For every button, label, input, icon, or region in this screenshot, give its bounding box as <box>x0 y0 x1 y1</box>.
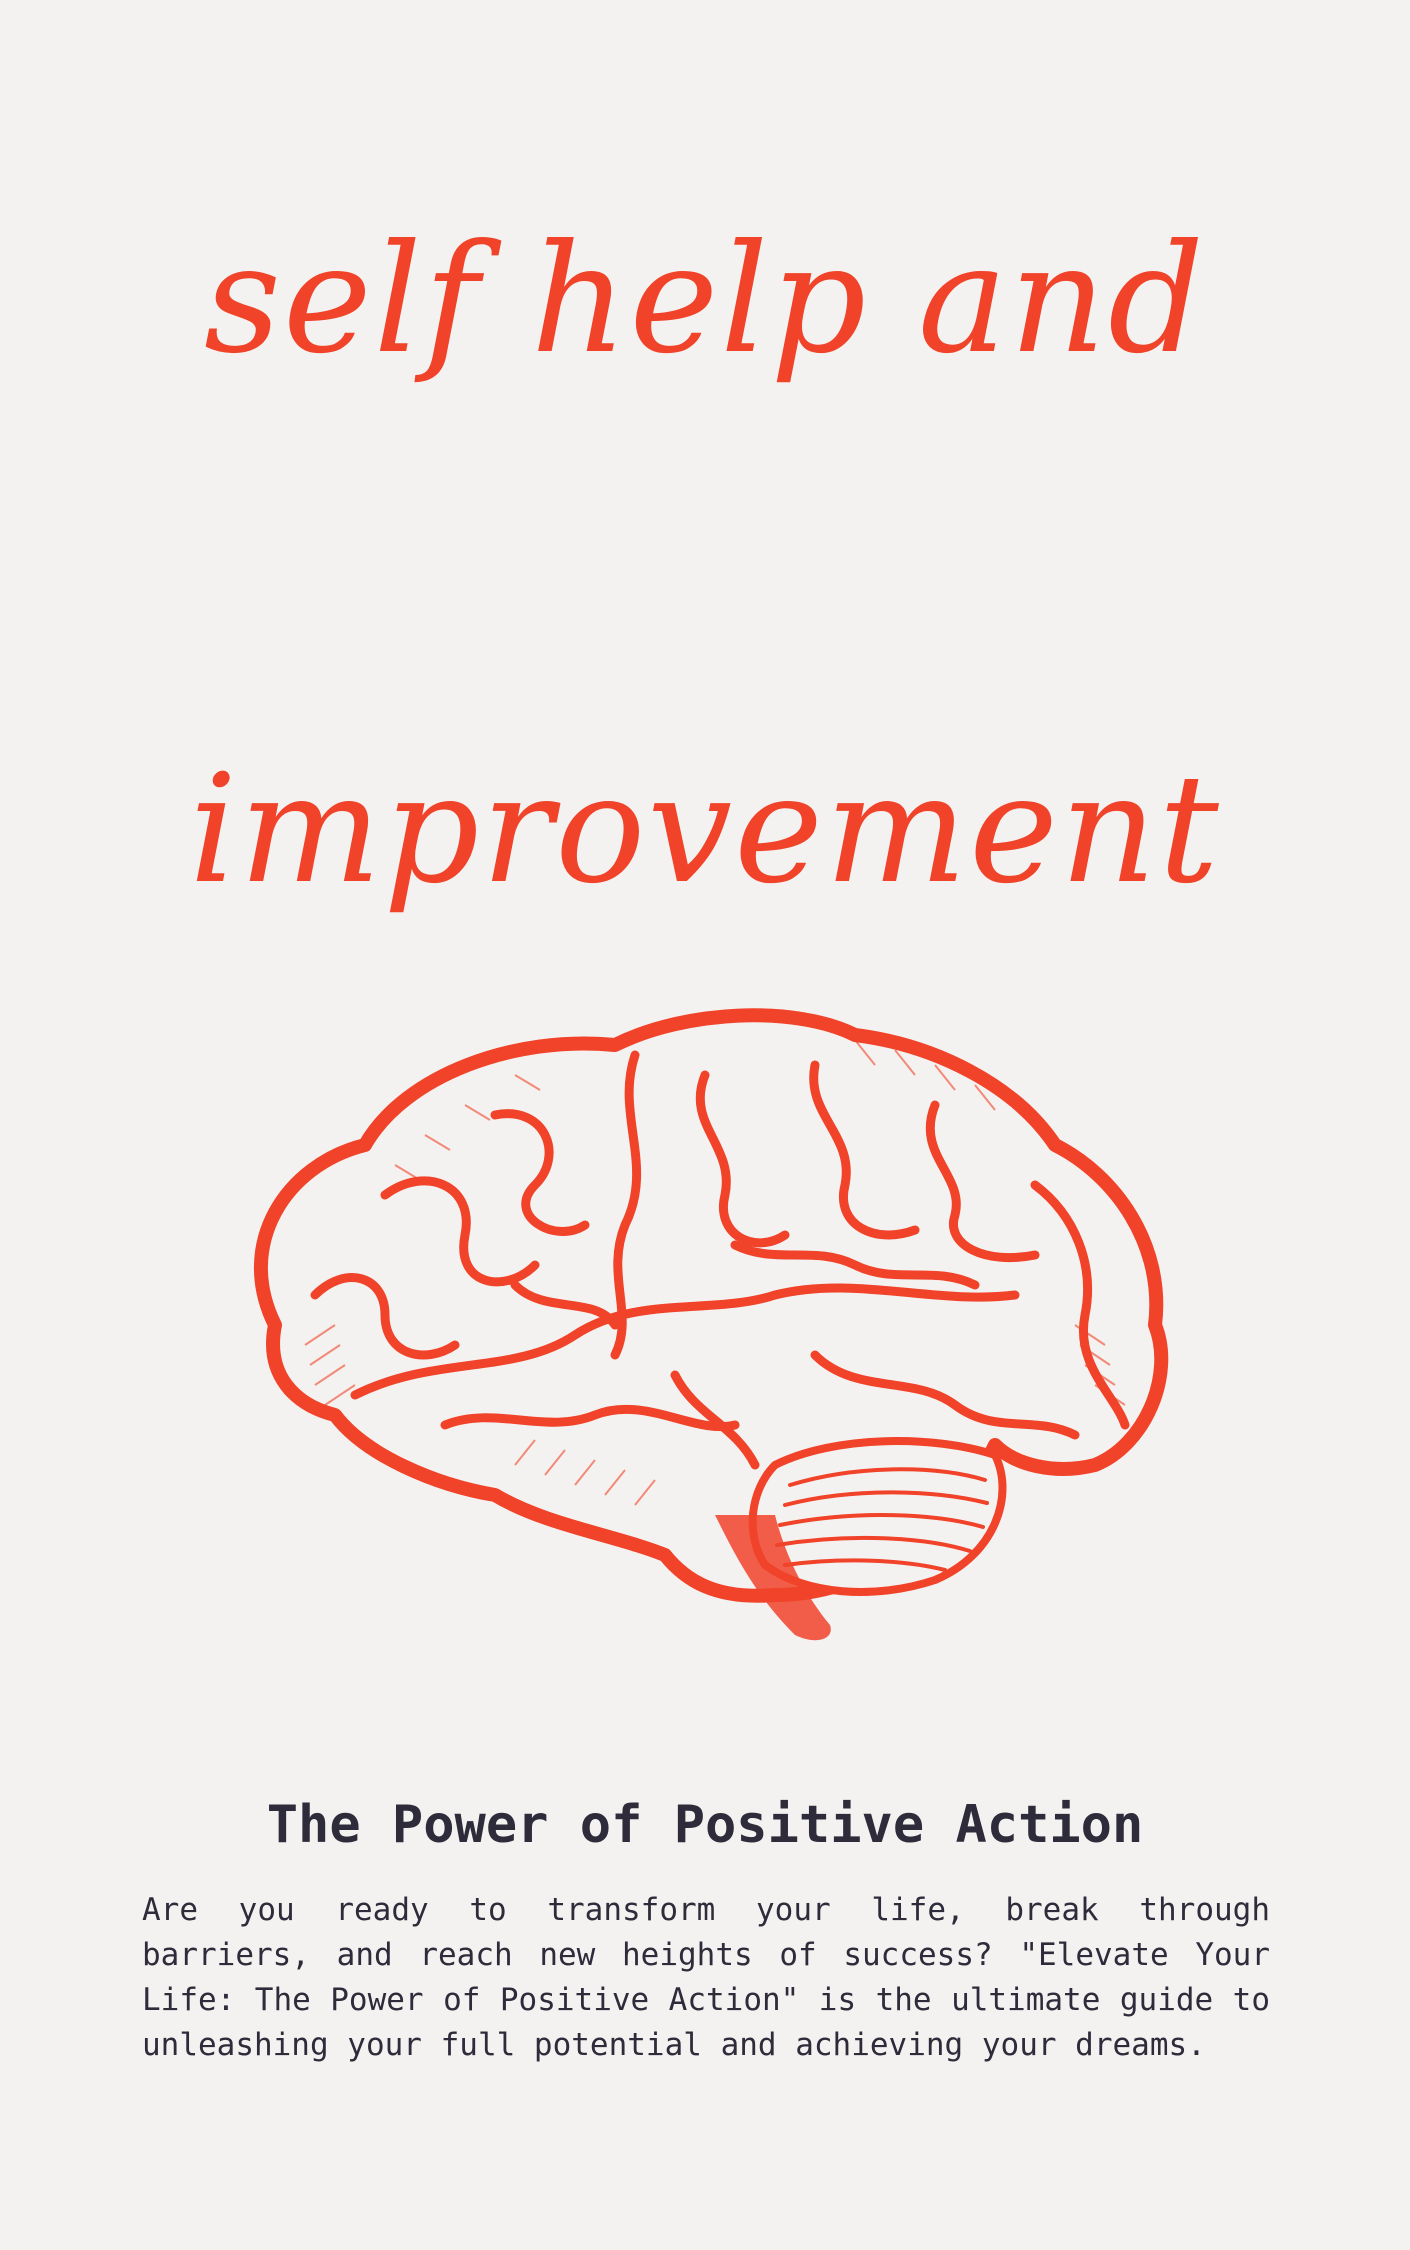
book-cover: self help and improvement The Power of P… <box>0 0 1410 2250</box>
cover-blurb: Are you ready to transform your life, br… <box>142 1892 1270 2063</box>
brain-icon <box>215 995 1195 1655</box>
cover-script-title-line-2: improvement <box>189 743 1221 917</box>
cover-subtitle: The Power of Positive Action <box>266 1795 1144 1855</box>
cover-script-title-line-1: self help and <box>203 213 1207 387</box>
